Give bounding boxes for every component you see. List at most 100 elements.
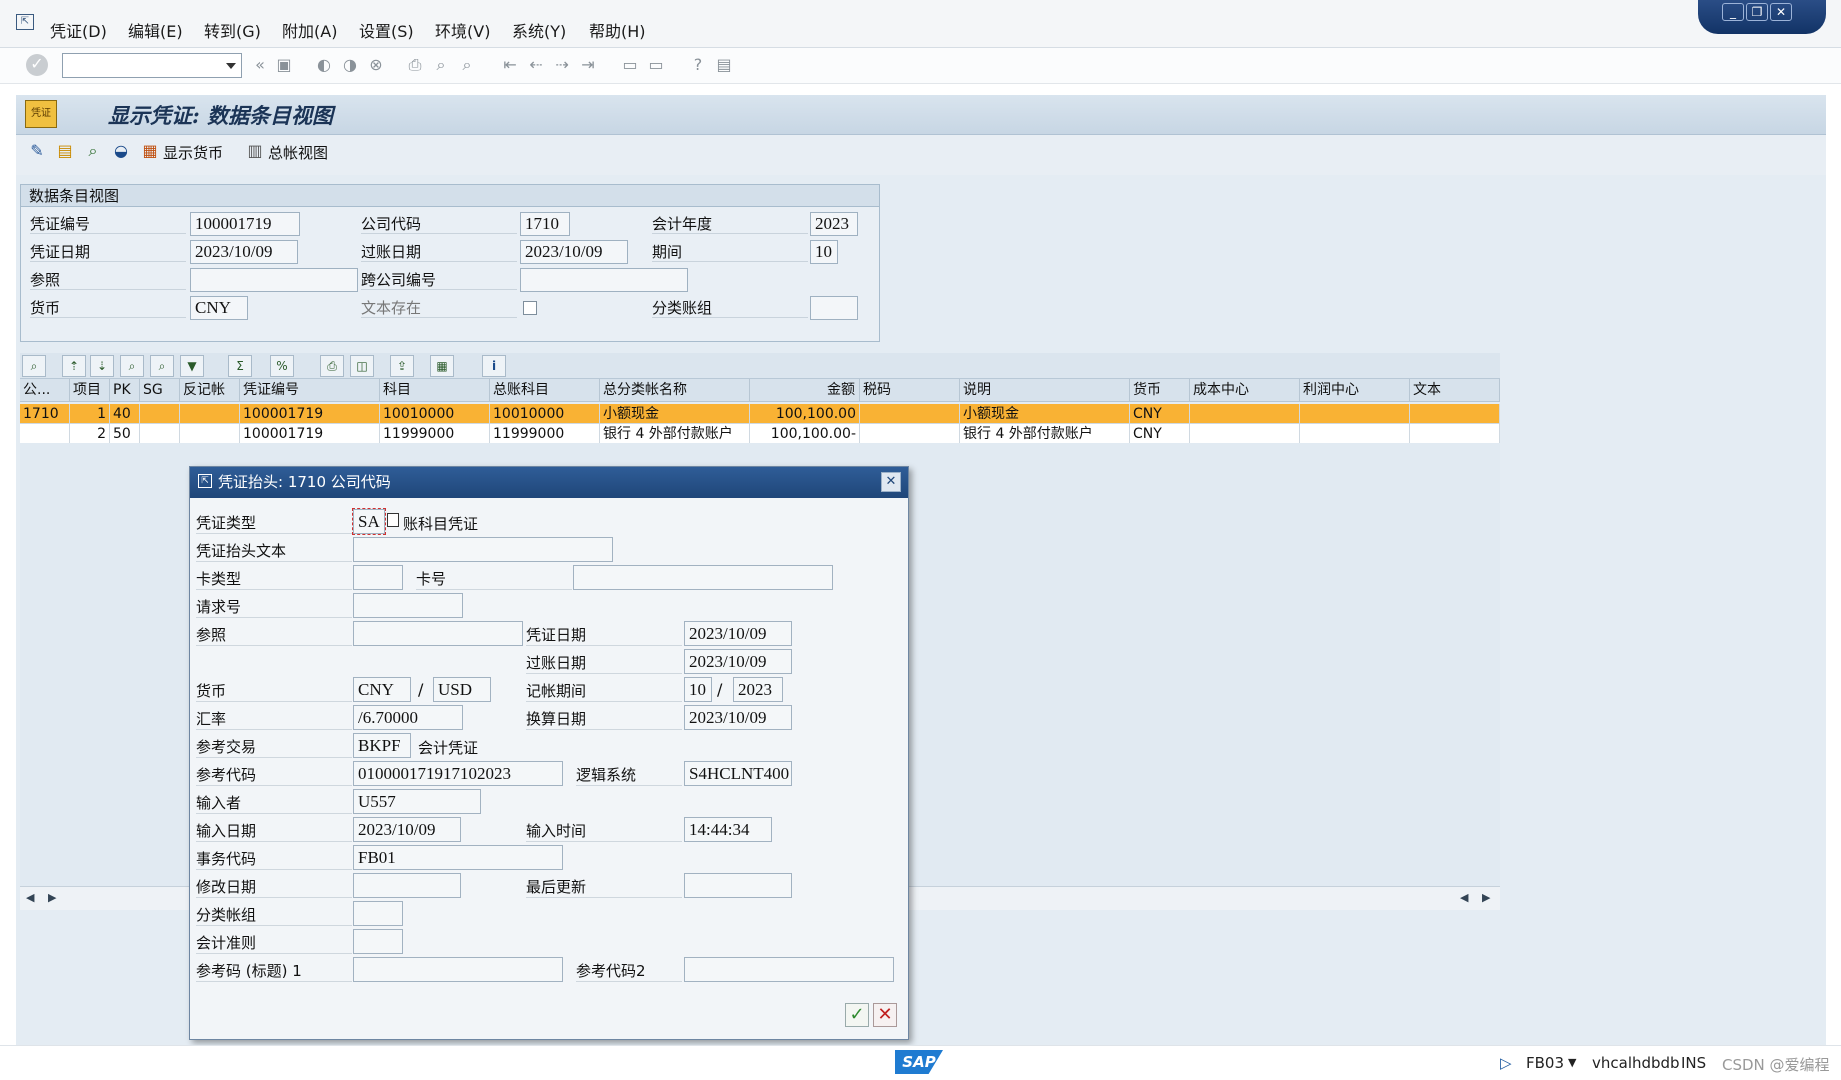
cell-cost-center[interactable] [1190, 404, 1300, 424]
col-description[interactable]: 说明 [960, 379, 1130, 402]
cell-tax[interactable] [860, 424, 960, 444]
doc-no-field[interactable]: 100001719 [190, 212, 300, 236]
display-icon[interactable]: ⌕ [82, 140, 104, 162]
gl-view-icon[interactable]: ▥ [244, 140, 266, 162]
menu-item-help[interactable]: 帮助(H) [589, 18, 646, 42]
col-reversal[interactable]: 反记帐 [180, 379, 240, 402]
scroll-left-icon[interactable]: ◀ [26, 891, 34, 904]
cell-gl-account[interactable]: 11999000 [490, 424, 600, 444]
last-page-icon[interactable]: ⇥ [578, 55, 598, 75]
company-field[interactable]: 1710 [520, 212, 570, 236]
cell-currency[interactable]: CNY [1130, 424, 1190, 444]
restore-icon[interactable]: ❐ [1746, 3, 1768, 21]
prev-page-icon[interactable]: ⇠ [526, 55, 546, 75]
cell-company[interactable]: 1710 [20, 404, 70, 424]
cell-sg[interactable] [140, 404, 180, 424]
reference-field[interactable] [190, 268, 358, 292]
info-icon[interactable]: i [482, 355, 506, 377]
status-tcode[interactable]: FB03 [1526, 1054, 1564, 1072]
menu-item-environment[interactable]: 环境(V) [435, 18, 490, 42]
menu-item-edit[interactable]: 编辑(E) [128, 18, 183, 42]
cell-pk[interactable]: 40 [110, 404, 140, 424]
save-icon[interactable]: ▣ [274, 55, 294, 75]
exit-icon[interactable]: ◑ [340, 55, 360, 75]
find-next-grid-icon[interactable]: ⌕ [150, 355, 174, 377]
find-grid-icon[interactable]: ⌕ [120, 355, 144, 377]
logical-system-field[interactable]: S4HCLNT400 [684, 761, 792, 786]
cell-amount[interactable]: 100,100.00 [750, 404, 860, 424]
export-icon[interactable]: ⇪ [390, 355, 414, 377]
layout-icon[interactable]: ▦ [430, 355, 454, 377]
menu-item-extras[interactable]: 附加(A) [282, 18, 337, 42]
ref-trans-field[interactable]: BKPF [353, 733, 411, 758]
col-text[interactable]: 文本 [1410, 379, 1500, 402]
cell-tax[interactable] [860, 404, 960, 424]
print-grid-icon[interactable]: ⎙ [320, 355, 344, 377]
status-expand-icon[interactable]: ▷ [1500, 1054, 1512, 1072]
cell-gl-name[interactable]: 银行 4 外部付款账户 [600, 424, 750, 444]
col-doc-no[interactable]: 凭证编号 [240, 379, 380, 402]
cell-text[interactable] [1410, 424, 1500, 444]
text-exists-checkbox[interactable] [523, 301, 537, 315]
hat-icon[interactable]: ◒ [110, 140, 132, 162]
cell-company[interactable] [20, 424, 70, 444]
cancel-icon[interactable]: ⊗ [366, 55, 386, 75]
col-item[interactable]: 项目 [70, 379, 110, 402]
reference-field[interactable] [353, 621, 523, 646]
entry-date-field[interactable]: 2023/10/09 [353, 817, 461, 842]
view-icon[interactable]: ◫ [350, 355, 374, 377]
scroll-right-icon[interactable]: ▶ [1482, 891, 1490, 904]
cell-gl-account[interactable]: 10010000 [490, 404, 600, 424]
new-session-icon[interactable]: ▭ [620, 55, 640, 75]
ledger-group-field[interactable] [810, 296, 858, 320]
col-amount[interactable]: 金额 [750, 379, 860, 402]
first-page-icon[interactable]: ⇤ [500, 55, 520, 75]
show-currency-button[interactable]: 显示货币 [163, 142, 223, 163]
cell-cost-center[interactable] [1190, 424, 1300, 444]
currency-field[interactable]: CNY [190, 296, 248, 320]
cell-reversal[interactable] [180, 404, 240, 424]
doc-type-field[interactable]: SA [352, 508, 386, 535]
gl-view-button[interactable]: 总帐视图 [268, 142, 328, 163]
minimize-icon[interactable]: _ [1722, 3, 1744, 21]
subtotal-icon[interactable]: % [270, 355, 294, 377]
print-icon[interactable]: ⎙ [405, 55, 425, 75]
cell-doc-no[interactable]: 100001719 [240, 424, 380, 444]
col-tax[interactable]: 税码 [860, 379, 960, 402]
entry-time-field[interactable]: 14:44:34 [684, 817, 772, 842]
cross-company-field[interactable] [520, 268, 688, 292]
col-cost-center[interactable]: 成本中心 [1190, 379, 1300, 402]
status-mode[interactable]: INS [1681, 1054, 1706, 1072]
period-field[interactable]: 10 [684, 677, 712, 702]
cell-item[interactable]: 1 [70, 404, 110, 424]
tcode-field[interactable]: FB01 [353, 845, 563, 870]
menu-item-system[interactable]: 系统(Y) [512, 18, 566, 42]
customize-icon[interactable]: ▤ [714, 55, 734, 75]
sort-asc-icon[interactable]: ⇡ [62, 355, 86, 377]
ref-key1-field[interactable] [353, 957, 563, 982]
menu-icon[interactable]: ⇱ [16, 14, 34, 30]
cancel-button[interactable]: ✕ [873, 1003, 897, 1027]
translation-date-field[interactable]: 2023/10/09 [684, 705, 792, 730]
cell-currency[interactable]: CNY [1130, 404, 1190, 424]
acct-principle-field[interactable] [353, 929, 403, 954]
cell-gl-name[interactable]: 小额现金 [600, 404, 750, 424]
ledger-group-field[interactable] [353, 901, 403, 926]
scroll-right-icon[interactable]: ▶ [48, 891, 56, 904]
find-next-icon[interactable]: ⌕ [457, 55, 477, 75]
period-field[interactable]: 10 [810, 240, 838, 264]
col-pk[interactable]: PK [110, 379, 140, 402]
cell-text[interactable] [1410, 404, 1500, 424]
details-icon[interactable]: ⌕ [22, 355, 46, 377]
col-account[interactable]: 科目 [380, 379, 490, 402]
close-icon[interactable]: ✕ [881, 472, 901, 492]
cell-reversal[interactable] [180, 424, 240, 444]
cell-profit-center[interactable] [1300, 424, 1410, 444]
back-icon[interactable]: ◐ [314, 55, 334, 75]
posting-date-field[interactable]: 2023/10/09 [684, 649, 792, 674]
rate-field[interactable]: /6.70000 [353, 705, 463, 730]
col-currency[interactable]: 货币 [1130, 379, 1190, 402]
posting-date-field[interactable]: 2023/10/09 [520, 240, 628, 264]
cell-description[interactable]: 小额现金 [960, 404, 1130, 424]
entered-by-field[interactable]: U557 [353, 789, 481, 814]
